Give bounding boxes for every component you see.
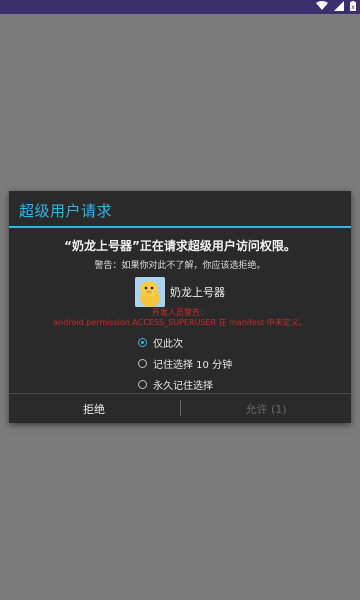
developer-warning: 开发人员警告： android.permission.ACCESS_SUPERU… <box>9 308 351 328</box>
dialog-title: 超级用户请求 <box>19 202 113 220</box>
option-remember-forever[interactable]: 永久记住选择 <box>138 374 232 395</box>
option-remember-10-min[interactable]: 记住选择 10 分钟 <box>138 353 232 374</box>
option-once[interactable]: 仅此次 <box>138 332 232 353</box>
allow-button[interactable]: 允许 (1) <box>181 394 351 423</box>
battery-icon: x <box>350 1 356 11</box>
app-info: 奶龙上号器 <box>135 277 225 307</box>
option-remember-forever-label: 永久记住选择 <box>153 381 213 392</box>
radio-remember-10-min[interactable] <box>138 359 147 368</box>
app-name: 奶龙上号器 <box>170 286 225 299</box>
svg-text:x: x <box>351 4 355 11</box>
superuser-request-dialog: 超级用户请求 “奶龙上号器”正在请求超级用户访问权限。 警告：如果你对此不了解，… <box>9 191 351 423</box>
deny-button[interactable]: 拒绝 <box>9 394 179 423</box>
status-bar: x <box>0 0 360 14</box>
option-once-label: 仅此次 <box>153 339 183 350</box>
status-icons: x <box>316 1 356 11</box>
request-headline: “奶龙上号器”正在请求超级用户访问权限。 <box>64 239 296 253</box>
remember-options: 仅此次 记住选择 10 分钟 永久记住选择 <box>138 332 232 395</box>
wifi-icon <box>316 1 328 11</box>
signal-icon <box>334 1 344 11</box>
app-icon <box>135 277 165 307</box>
title-divider <box>9 226 351 228</box>
radio-once[interactable] <box>138 338 147 347</box>
developer-warning-detail: android.permission.ACCESS_SUPERUSER 在 ma… <box>53 318 307 327</box>
warning-text: 警告：如果你对此不了解，你应该选拒绝。 <box>94 261 266 271</box>
developer-warning-heading: 开发人员警告： <box>152 308 208 317</box>
radio-remember-forever[interactable] <box>138 380 147 389</box>
option-remember-10-min-label: 记住选择 10 分钟 <box>153 360 233 371</box>
